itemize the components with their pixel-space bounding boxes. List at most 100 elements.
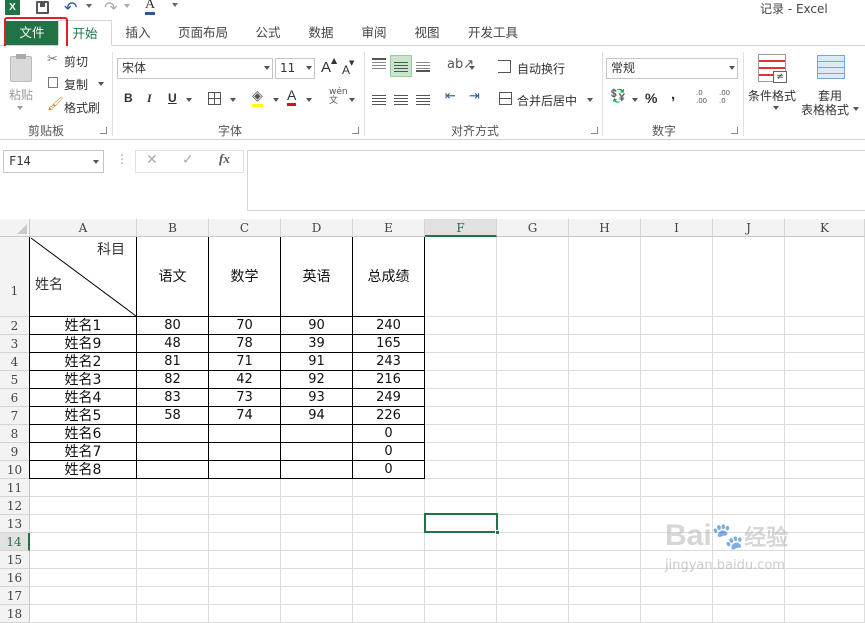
fill-color-dropdown-icon[interactable] bbox=[273, 98, 279, 102]
cell[interactable] bbox=[641, 407, 713, 425]
cell[interactable] bbox=[497, 425, 569, 443]
borders-icon[interactable] bbox=[208, 92, 221, 105]
cell[interactable] bbox=[425, 371, 497, 389]
cell[interactable] bbox=[137, 479, 209, 497]
number-launcher-icon[interactable] bbox=[731, 127, 738, 134]
table-data-cell[interactable]: 81 bbox=[137, 353, 209, 371]
cell[interactable] bbox=[785, 317, 865, 335]
table-data-cell[interactable]: 83 bbox=[137, 389, 209, 407]
row-header-18[interactable]: 18 bbox=[0, 605, 30, 623]
cell[interactable] bbox=[281, 515, 353, 533]
row-header-12[interactable]: 12 bbox=[0, 497, 30, 515]
column-header-j[interactable]: J bbox=[713, 219, 785, 237]
decrease-indent-icon[interactable]: ⇤ bbox=[445, 89, 456, 104]
underline-button[interactable]: U bbox=[168, 91, 177, 105]
cell[interactable] bbox=[30, 497, 137, 515]
tab-review[interactable]: 审阅 bbox=[352, 20, 396, 46]
cell[interactable] bbox=[497, 461, 569, 479]
cell[interactable] bbox=[425, 587, 497, 605]
table-data-cell[interactable]: 42 bbox=[209, 371, 281, 389]
cell[interactable] bbox=[569, 443, 641, 461]
cell[interactable] bbox=[713, 317, 785, 335]
paste-button-label[interactable]: 粘贴 bbox=[9, 86, 33, 103]
cell[interactable] bbox=[785, 497, 865, 515]
table-data-cell[interactable] bbox=[209, 461, 281, 479]
cell[interactable] bbox=[569, 605, 641, 623]
cell[interactable] bbox=[785, 605, 865, 623]
customize-quick-access-icon[interactable] bbox=[172, 3, 178, 7]
cell[interactable] bbox=[425, 407, 497, 425]
cell[interactable] bbox=[425, 389, 497, 407]
cell[interactable] bbox=[569, 479, 641, 497]
cell[interactable] bbox=[425, 569, 497, 587]
table-data-cell[interactable] bbox=[281, 461, 353, 479]
alignment-launcher-icon[interactable] bbox=[591, 127, 598, 134]
cell[interactable] bbox=[785, 425, 865, 443]
table-data-cell[interactable]: 姓名4 bbox=[30, 389, 137, 407]
cell[interactable] bbox=[209, 515, 281, 533]
cell[interactable] bbox=[641, 335, 713, 353]
table-header-cell[interactable]: 总成绩 bbox=[353, 237, 425, 317]
tab-developer[interactable]: 开发工具 bbox=[460, 20, 526, 46]
table-data-cell[interactable]: 90 bbox=[281, 317, 353, 335]
format-table-dropdown-icon[interactable] bbox=[853, 107, 859, 111]
cell[interactable] bbox=[785, 551, 865, 569]
cell[interactable] bbox=[30, 605, 137, 623]
cell[interactable] bbox=[209, 551, 281, 569]
cell[interactable] bbox=[353, 587, 425, 605]
cell[interactable] bbox=[569, 587, 641, 605]
cell[interactable] bbox=[137, 605, 209, 623]
cell[interactable] bbox=[641, 605, 713, 623]
cell[interactable] bbox=[497, 317, 569, 335]
phonetic-guide-icon[interactable]: wén 文 bbox=[329, 88, 348, 106]
table-data-cell[interactable]: 73 bbox=[209, 389, 281, 407]
table-data-cell[interactable]: 92 bbox=[281, 371, 353, 389]
row-header-10[interactable]: 10 bbox=[0, 461, 30, 479]
cell[interactable] bbox=[785, 371, 865, 389]
cell[interactable] bbox=[569, 389, 641, 407]
cell[interactable] bbox=[209, 569, 281, 587]
table-data-cell[interactable]: 58 bbox=[137, 407, 209, 425]
tab-page-layout[interactable]: 页面布局 bbox=[170, 20, 236, 46]
cell[interactable] bbox=[30, 515, 137, 533]
paste-dropdown-icon[interactable] bbox=[17, 106, 23, 110]
cell[interactable] bbox=[30, 587, 137, 605]
cell[interactable] bbox=[785, 479, 865, 497]
cell[interactable] bbox=[425, 551, 497, 569]
cell[interactable] bbox=[425, 317, 497, 335]
cell[interactable] bbox=[641, 479, 713, 497]
format-painter-button[interactable]: 格式刷 bbox=[64, 99, 100, 116]
cell[interactable] bbox=[281, 605, 353, 623]
table-header-cell[interactable]: 数学 bbox=[209, 237, 281, 317]
cell[interactable] bbox=[425, 443, 497, 461]
cell[interactable] bbox=[713, 605, 785, 623]
save-icon[interactable] bbox=[36, 1, 49, 14]
table-data-cell[interactable]: 姓名8 bbox=[30, 461, 137, 479]
row-header-6[interactable]: 6 bbox=[0, 389, 30, 407]
table-data-cell[interactable] bbox=[281, 443, 353, 461]
cell[interactable] bbox=[497, 569, 569, 587]
cell[interactable] bbox=[569, 497, 641, 515]
cell[interactable] bbox=[569, 317, 641, 335]
cell[interactable] bbox=[209, 479, 281, 497]
tab-formulas[interactable]: 公式 bbox=[246, 20, 290, 46]
column-header-c[interactable]: C bbox=[209, 219, 281, 237]
cell[interactable] bbox=[713, 587, 785, 605]
tab-insert[interactable]: 插入 bbox=[115, 20, 161, 46]
cell[interactable] bbox=[785, 335, 865, 353]
row-header-9[interactable]: 9 bbox=[0, 443, 30, 461]
row-header-11[interactable]: 11 bbox=[0, 479, 30, 497]
cut-button[interactable]: 剪切 bbox=[64, 53, 88, 70]
row-header-3[interactable]: 3 bbox=[0, 335, 30, 353]
align-top-icon[interactable] bbox=[372, 58, 386, 70]
cell[interactable] bbox=[209, 533, 281, 551]
cell[interactable] bbox=[209, 587, 281, 605]
cell[interactable] bbox=[641, 443, 713, 461]
cell[interactable] bbox=[497, 551, 569, 569]
grow-font-button[interactable]: A bbox=[321, 59, 331, 76]
table-data-cell[interactable]: 82 bbox=[137, 371, 209, 389]
table-data-cell[interactable] bbox=[281, 425, 353, 443]
align-middle-icon[interactable] bbox=[390, 55, 412, 77]
cancel-icon[interactable]: ✕ bbox=[146, 152, 158, 168]
cell[interactable] bbox=[353, 551, 425, 569]
